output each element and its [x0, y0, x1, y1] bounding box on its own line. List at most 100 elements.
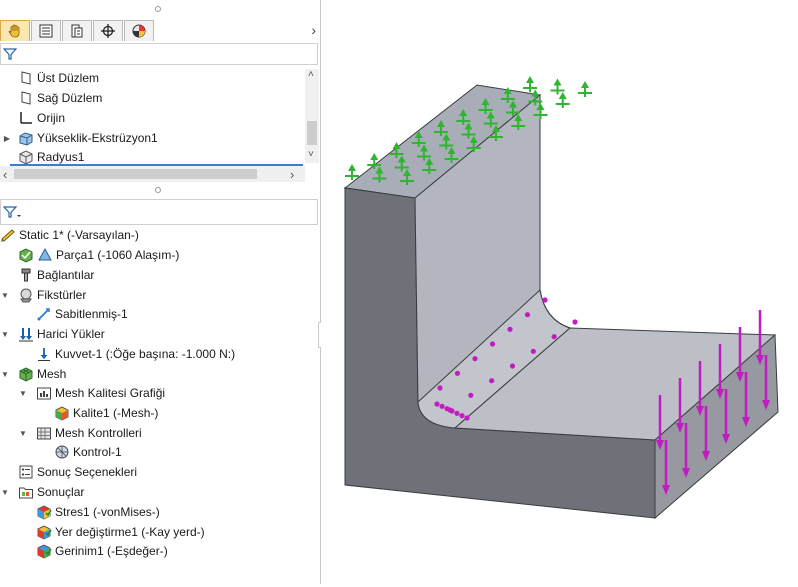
scroll-thumb[interactable] [307, 121, 317, 145]
sim-mesh-quality-node[interactable]: Mesh Kalitesi Grafiği [36, 384, 165, 403]
force-arrow-icon [38, 347, 50, 361]
hand-icon [8, 24, 20, 38]
mesh-control-dot [489, 341, 496, 347]
displacement-plot-icon [37, 525, 52, 540]
mesh-control-dot [434, 401, 440, 407]
expand-arrow[interactable]: ▶ [2, 129, 12, 148]
result-options-icon [19, 465, 33, 479]
scroll-left-arrow[interactable]: ‹ [3, 167, 7, 182]
fixture-arrow [550, 78, 565, 95]
configuration-tab[interactable] [62, 20, 92, 41]
results-folder-icon [19, 487, 33, 499]
graphics-viewport[interactable] [321, 0, 798, 584]
mesh-control-dot [509, 363, 516, 369]
mesh-control-dot [468, 392, 474, 398]
sim-part-node[interactable]: Parça1 (-1060 Alaşım-) [18, 246, 179, 265]
mesh-control-dot [572, 319, 578, 325]
plane-icon [21, 71, 31, 85]
tree-item-right-plane[interactable]: Sağ Düzlem [18, 89, 102, 108]
material-icon [38, 247, 52, 261]
scroll-right-arrow[interactable]: › [290, 167, 294, 182]
mesh-control-dot [454, 370, 461, 376]
mesh-control-dot [459, 413, 465, 419]
config-icon [71, 24, 83, 38]
tab-scroll-right-arrow[interactable]: › [311, 22, 316, 38]
top-filter-bar[interactable] [0, 43, 318, 65]
mesh-control-dot [551, 334, 557, 340]
connections-icon [21, 268, 31, 282]
fixed-geometry-icon [37, 308, 50, 321]
stress-plot-icon [37, 505, 52, 520]
simulation-filter-bar[interactable] [0, 199, 318, 225]
sim-result-displacement[interactable]: Yer değiştirme1 (-Kay yerd-) [36, 523, 205, 542]
collapse-arrow[interactable]: ▼ [0, 483, 10, 502]
mesh-control-folder-icon [37, 427, 51, 440]
fixture-arrow [523, 76, 537, 92]
fixture-arrow [578, 81, 592, 97]
sim-connections-node[interactable]: Bağlantılar [18, 266, 94, 285]
mesh-control-dot [454, 410, 460, 416]
list-icon [39, 24, 53, 38]
sim-mesh-controls-node[interactable]: Mesh Kontrolleri [36, 424, 142, 443]
mesh-control-dot [472, 356, 478, 362]
manager-tab-bar: › [0, 19, 320, 43]
collapse-arrow[interactable]: ▼ [18, 424, 28, 443]
feature-manager-panel: › Üst Düzlem Sağ Düzlem Orijin ▶ Yüksekl… [0, 0, 320, 584]
strain-plot-icon [37, 544, 52, 559]
mesh-control-dot [542, 297, 548, 303]
dimxpert-tab[interactable] [93, 20, 123, 41]
sim-external-loads-node[interactable]: Harici Yükler [18, 325, 105, 344]
tree-item-extrude[interactable]: Yükseklik-Ekstrüzyon1 [18, 129, 158, 148]
tree-item-top-plane[interactable]: Üst Düzlem [18, 69, 99, 88]
fixtures-icon [20, 288, 32, 303]
featuremanager-tab[interactable] [0, 20, 30, 41]
fixture-arrow [345, 164, 359, 180]
sim-result-stress[interactable]: Stres1 (-vonMises-) [36, 503, 160, 522]
crosshair-icon [101, 24, 115, 38]
scroll-up-arrow[interactable]: ˄ [308, 69, 314, 80]
sim-mesh-node[interactable]: Mesh [18, 365, 66, 384]
sim-load-item[interactable]: Kuvvet-1 (:Öğe başına: -1.000 N:) [36, 345, 235, 364]
top-tree-horizontal-scrollbar[interactable]: ‹ › [0, 166, 305, 182]
collapse-arrow[interactable]: ▼ [0, 286, 10, 305]
mesh-control-icon [55, 445, 69, 459]
pie-icon [132, 24, 146, 38]
folder-chart-icon [37, 387, 51, 400]
fillet-icon [19, 150, 33, 165]
sim-control-item[interactable]: Kontrol-1 [54, 443, 122, 462]
collapse-arrow[interactable]: ▼ [0, 325, 10, 344]
tree-item-origin[interactable]: Orijin [18, 109, 65, 128]
collapse-arrow[interactable]: ▼ [0, 365, 10, 384]
sim-study-node[interactable]: Static 1* (-Varsayılan-) [0, 226, 139, 245]
mesh-control-dot [530, 348, 536, 354]
plane-icon [21, 91, 31, 105]
filter-icon[interactable] [3, 47, 17, 61]
l-bracket-model[interactable] [321, 0, 798, 584]
sim-result-strain[interactable]: Gerinim1 (-Eşdeğer-) [36, 542, 168, 561]
mesh-control-dot [524, 312, 531, 318]
mesh-control-dot [464, 415, 470, 421]
panel-grip-top[interactable] [155, 6, 161, 12]
collapse-arrow[interactable]: ▼ [18, 384, 28, 403]
sim-fixture-item[interactable]: Sabitlenmiş-1 [36, 305, 128, 324]
part-check-icon [19, 248, 33, 263]
sim-fixtures-node[interactable]: Fikstürler [18, 286, 86, 305]
static-study-icon [1, 229, 15, 242]
top-tree-vertical-scrollbar[interactable]: ˄ ˅ [305, 69, 319, 163]
mesh-control-dot [437, 385, 443, 391]
sim-quality-item[interactable]: Kalite1 (-Mesh-) [54, 404, 158, 423]
sim-result-options-node[interactable]: Sonuç Seçenekleri [18, 463, 137, 482]
scroll-down-arrow[interactable]: ˅ [308, 149, 314, 160]
mesh-control-dot [444, 406, 450, 412]
extrude-icon [19, 132, 33, 146]
origin-icon [20, 111, 32, 124]
propertymanager-tab[interactable] [31, 20, 61, 41]
mesh-control-dot [439, 403, 445, 409]
sim-results-node[interactable]: Sonuçlar [18, 483, 84, 502]
display-tab[interactable] [124, 20, 154, 41]
mesh-icon [19, 367, 33, 382]
panel-splitter-grip[interactable] [155, 187, 161, 193]
quality-plot-icon [55, 406, 69, 421]
scroll-thumb-h[interactable] [14, 169, 257, 179]
filter-dropdown-icon[interactable] [3, 205, 23, 219]
